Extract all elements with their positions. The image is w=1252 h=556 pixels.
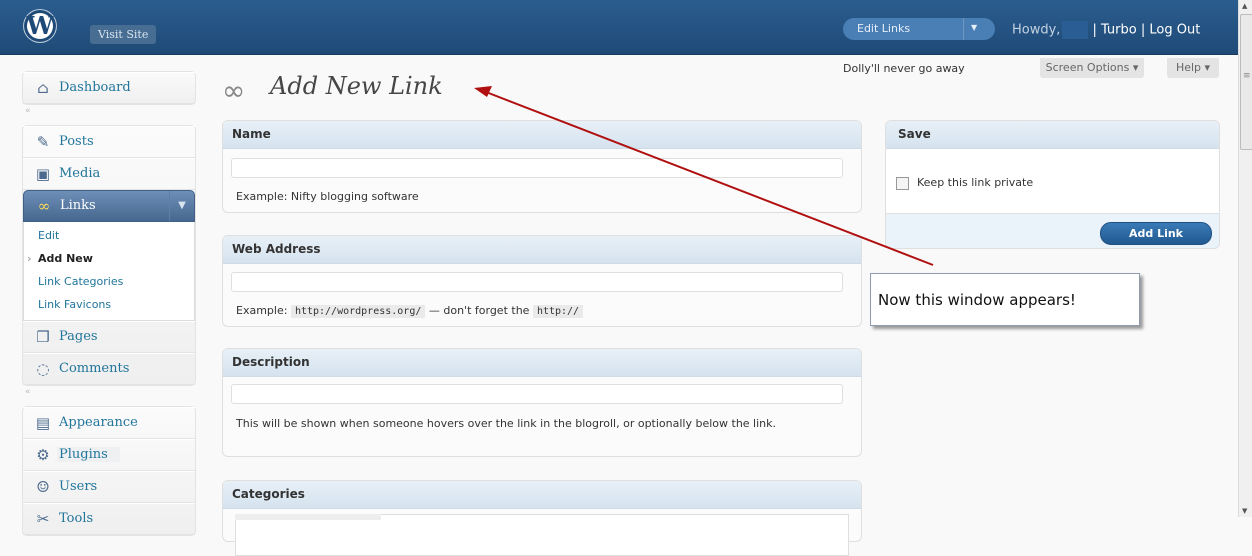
annotation-callout: Now this window appears! (870, 273, 1140, 326)
users-icon: ☺ (36, 478, 50, 496)
help-prefix: Example: (236, 304, 288, 317)
appearance-icon: ▤ (35, 414, 51, 432)
chevron-down-icon[interactable]: ▼ (169, 191, 194, 221)
screen-options-tab[interactable]: Screen Options ▾ (1040, 58, 1144, 78)
turbo-link[interactable]: | Turbo (1092, 23, 1136, 38)
categories-list[interactable] (235, 514, 849, 556)
menu-item-label: Dashboard (59, 80, 131, 95)
pushpin-icon: ✎ (36, 133, 50, 151)
menu-separator[interactable]: « (22, 386, 196, 406)
menu-item-label: Links (60, 198, 96, 213)
menu-item-comments[interactable]: ◌ Comments (23, 353, 195, 385)
scroll-down-arrow-icon[interactable]: ▼ (1242, 507, 1247, 515)
keep-private-checkbox[interactable] (896, 176, 909, 190)
chain-link-icon: ∞ (37, 197, 51, 215)
arrow-head (474, 86, 492, 97)
menu-item-label: Plugins (57, 447, 120, 462)
submenu-item-link-categories[interactable]: Link Categories (24, 270, 194, 293)
link-url-input[interactable] (231, 272, 843, 292)
web-address-box-title[interactable]: Web Address (223, 236, 861, 264)
keep-private-row[interactable]: Keep this link private (896, 176, 1033, 190)
save-box-footer: Add Link (886, 213, 1219, 248)
name-box-title[interactable]: Name (223, 121, 861, 149)
help-code-example: http://wordpress.org/ (290, 305, 426, 318)
help-tab[interactable]: Help ▾ (1167, 58, 1219, 78)
content-group: ✎ Posts ▣ Media ∞ Links ▼ Edit › Add New … (22, 125, 196, 386)
user-greeting: Howdy, | Turbo | Log Out (1012, 21, 1200, 39)
menu-item-appearance[interactable]: ▤ Appearance (23, 407, 195, 439)
tools-icon: ✂ (36, 510, 50, 528)
help-middle: — don't forget the (428, 304, 530, 317)
grip-icon: ≡ (1243, 71, 1251, 81)
name-box: Name Example: Nifty blogging software (222, 120, 862, 213)
chevron-down-icon[interactable]: ▼ (971, 23, 977, 32)
scroll-up-arrow-icon[interactable]: ▲ (1242, 2, 1247, 10)
menu-item-label: Users (59, 479, 98, 494)
page-title: Add New Link (270, 72, 443, 100)
favorite-actions-divider (963, 18, 964, 40)
links-submenu: Edit › Add New Link Categories Link Favic… (23, 222, 195, 321)
keep-private-label: Keep this link private (917, 176, 1034, 189)
web-address-box: Web Address Example: http://wordpress.or… (222, 235, 862, 327)
current-caret-icon: › (27, 252, 32, 265)
description-box: Description This will be shown when some… (222, 348, 862, 457)
username-redacted[interactable] (1062, 21, 1089, 39)
categories-tab[interactable] (235, 514, 381, 520)
menu-item-label: Pages (59, 329, 98, 344)
admin-menu: ⌂ Dashboard « ✎ Posts ▣ Media ∞ Links ▼ … (22, 71, 196, 536)
favorite-actions-label: Edit Links (857, 22, 911, 35)
submenu-item-link-favicons[interactable]: Link Favicons (24, 293, 194, 316)
menu-item-users[interactable]: ☺ Users (23, 471, 195, 503)
pages-icon: ❐ (36, 328, 50, 346)
link-name-input[interactable] (231, 158, 843, 178)
submenu-item-edit[interactable]: Edit (24, 224, 194, 247)
menu-separator[interactable]: « (22, 105, 196, 125)
name-help-text: Example: Nifty blogging software (236, 190, 419, 203)
scrollbar-thumb[interactable]: ≡ (1240, 14, 1252, 150)
admin-header: W Visit Site Edit Links ▼ Howdy, | Turbo … (0, 0, 1238, 55)
home-icon: ⌂ (37, 79, 49, 97)
howdy-label: Howdy, (1012, 22, 1061, 38)
menu-item-label: Appearance (59, 415, 138, 430)
vertical-scrollbar[interactable]: ▲ ≡ ▼ (1238, 0, 1252, 517)
menu-item-label: Posts (59, 134, 94, 149)
favorite-actions-dropdown[interactable]: Edit Links ▼ (843, 18, 995, 40)
description-help-text: This will be shown when someone hovers o… (236, 417, 777, 430)
categories-box-title[interactable]: Categories (223, 481, 861, 509)
menu-item-posts[interactable]: ✎ Posts (23, 126, 195, 158)
categories-box: Categories (222, 480, 862, 556)
link-description-input[interactable] (231, 384, 843, 404)
wordpress-logo-icon[interactable]: W (24, 10, 56, 42)
menu-item-dashboard[interactable]: ⌂ Dashboard (23, 72, 195, 104)
menu-item-tools[interactable]: ✂ Tools (23, 503, 195, 535)
menu-item-plugins[interactable]: ⚙ Plugins (23, 439, 195, 471)
dashboard-group: ⌂ Dashboard (22, 71, 196, 105)
help-code-protocol: http:// (532, 305, 584, 318)
add-link-button[interactable]: Add Link (1100, 222, 1212, 245)
menu-item-pages[interactable]: ❐ Pages (23, 321, 195, 353)
logout-link[interactable]: | Log Out (1141, 23, 1200, 38)
menu-item-media[interactable]: ▣ Media (23, 158, 195, 190)
save-box: Save Keep this link private Add Link (885, 120, 1220, 249)
visit-site-button[interactable]: Visit Site (90, 25, 157, 44)
speech-bubble-icon: ◌ (36, 360, 50, 378)
submenu-label: Add New (38, 252, 93, 265)
callout-text: Now this window appears! (878, 291, 1076, 309)
media-icon: ▣ (35, 165, 51, 183)
description-box-title[interactable]: Description (223, 349, 861, 377)
chain-link-icon: ∞ (222, 74, 246, 107)
plug-icon: ⚙ (36, 446, 50, 464)
save-box-title[interactable]: Save (886, 121, 1219, 149)
menu-item-links[interactable]: ∞ Links ▼ (23, 190, 195, 222)
menu-item-label: Media (59, 166, 101, 181)
hello-dolly-text: Dolly'll never go away (843, 62, 965, 75)
menu-item-label: Tools (59, 511, 94, 526)
submenu-item-add-new[interactable]: › Add New (24, 247, 194, 270)
web-address-help-text: Example: http://wordpress.org/ — don't f… (236, 302, 584, 320)
menu-item-label: Comments (59, 361, 130, 376)
